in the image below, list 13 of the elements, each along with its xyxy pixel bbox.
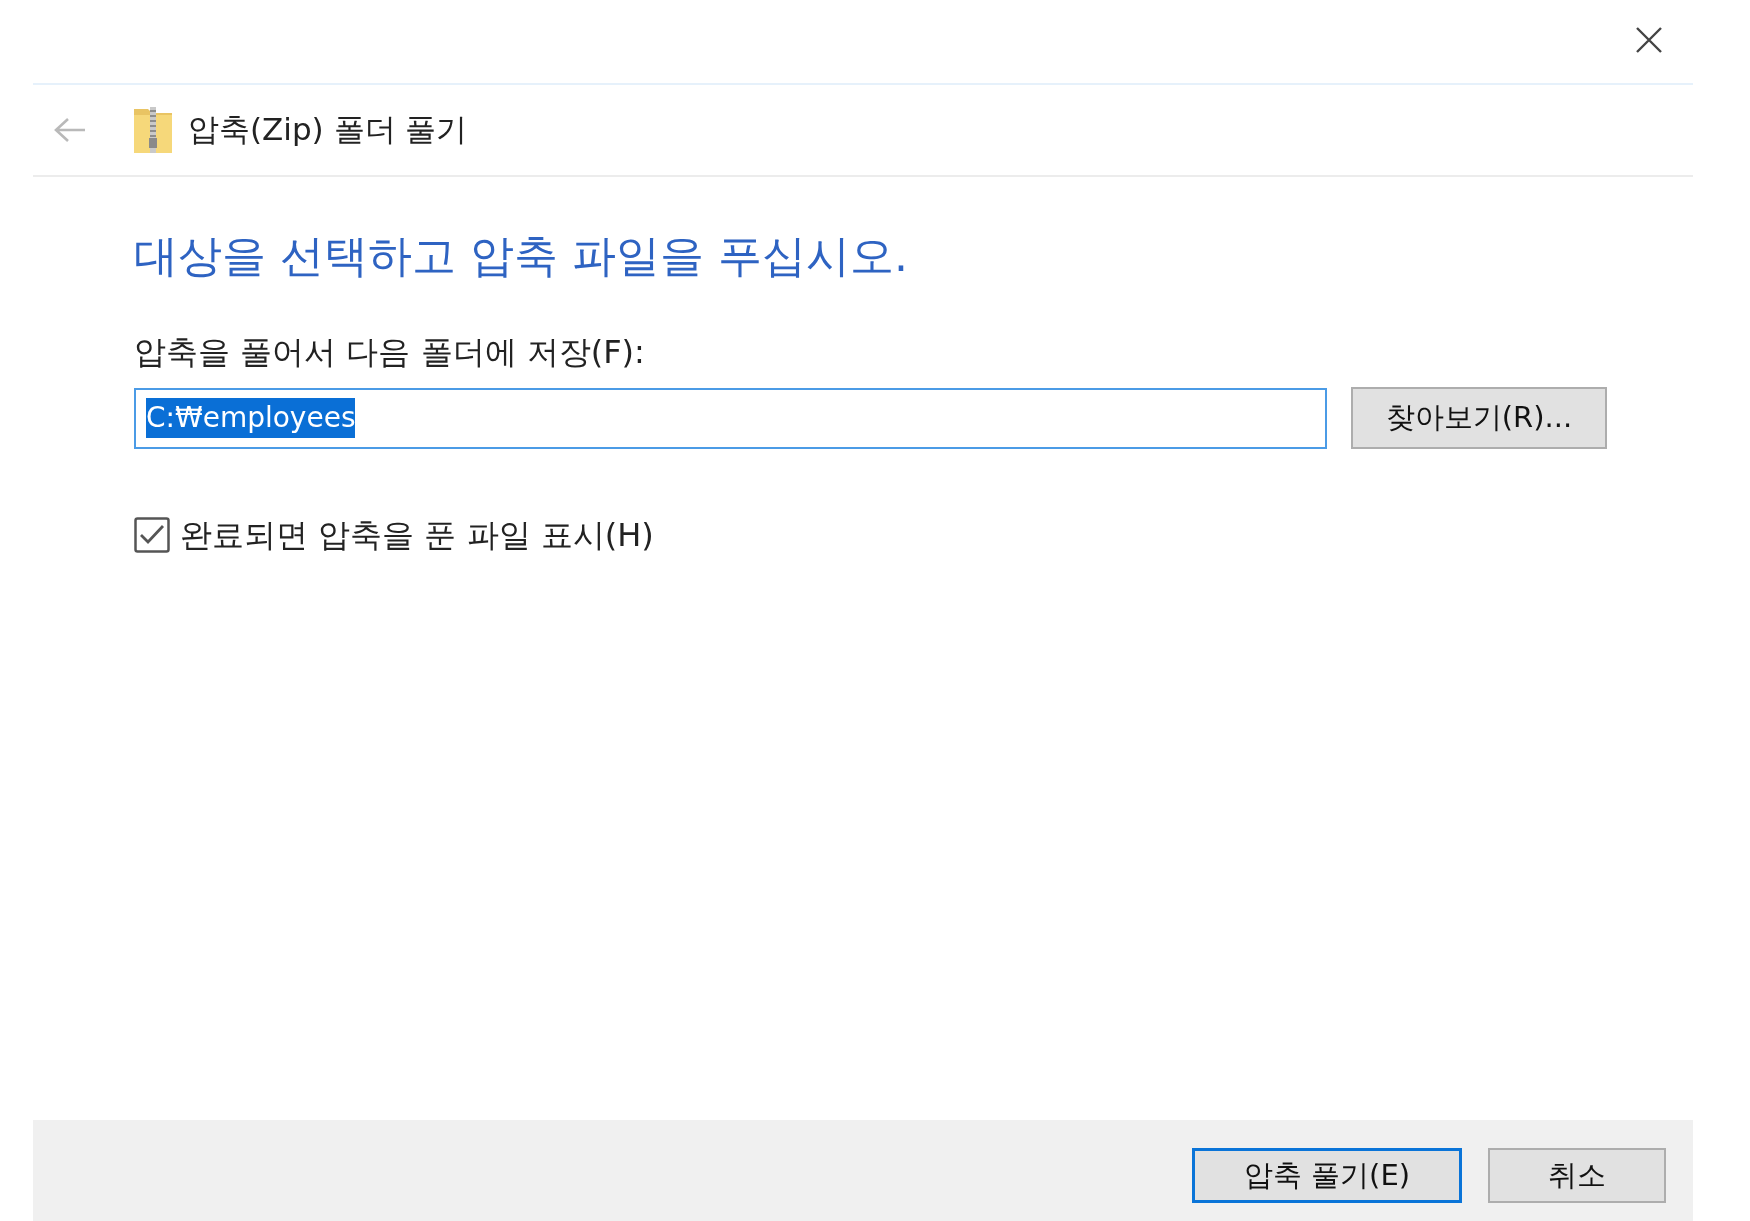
option-label: 완료되면 압축을 푼 파일 표시(H) bbox=[180, 515, 654, 555]
extract-button[interactable]: 압축 풀기(E) bbox=[1192, 1148, 1462, 1203]
browse-button[interactable]: 찾아보기(R)... bbox=[1351, 387, 1607, 449]
path-value: C:₩employees bbox=[146, 398, 356, 438]
instruction-heading: 대상을 선택하고 압축 파일을 푸십시오. bbox=[134, 229, 909, 283]
zipped-folder-icon bbox=[134, 107, 172, 153]
checkbox[interactable] bbox=[134, 517, 170, 553]
path-input-field[interactable]: C:₩employees bbox=[134, 387, 1327, 449]
close-icon bbox=[1635, 26, 1663, 54]
cancel-button[interactable]: 취소 bbox=[1488, 1148, 1666, 1203]
window-title: 압축(Zip) 폴더 풀기 bbox=[188, 110, 468, 149]
destination-label: 압축을 풀어서 다음 폴더에 저장(F): bbox=[134, 333, 646, 371]
left-arrow-icon bbox=[53, 117, 87, 143]
